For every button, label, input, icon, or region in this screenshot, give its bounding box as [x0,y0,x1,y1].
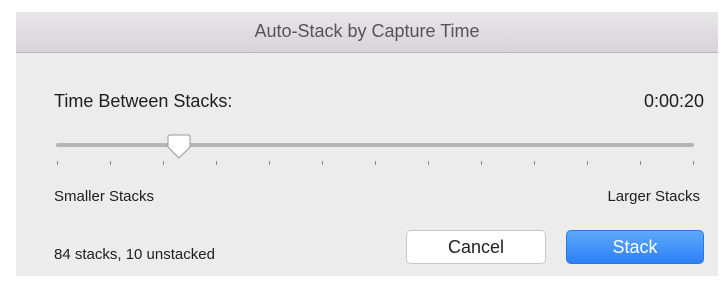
slider-track[interactable] [56,143,694,147]
slider-tick [481,161,482,165]
slider-tick [587,161,588,165]
auto-stack-dialog: Auto-Stack by Capture Time Time Between … [16,12,718,276]
slider-tick [216,161,217,165]
slider-tick [322,161,323,165]
slider-tick [269,161,270,165]
dialog-title: Auto-Stack by Capture Time [254,21,480,41]
slider-tick [693,161,694,165]
slider-thumb[interactable] [167,134,191,160]
time-slider[interactable] [56,134,694,180]
smaller-stacks-label: Smaller Stacks [54,188,155,205]
larger-stacks-label: Larger Stacks [607,188,700,205]
stack-button[interactable]: Stack [566,230,704,264]
time-value: 0:00:20 [643,91,704,111]
slider-tick [110,161,111,165]
cancel-button[interactable]: Cancel [406,230,546,264]
stack-status-text: 84 stacks, 10 unstacked [54,246,215,263]
time-between-stacks-label: Time Between Stacks: [54,91,233,111]
slider-tick [640,161,641,165]
slider-tick [375,161,376,165]
slider-tick [57,161,58,165]
slider-tick [428,161,429,165]
title-bar[interactable]: Auto-Stack by Capture Time [16,12,718,53]
slider-tick [163,161,164,165]
slider-tick [534,161,535,165]
